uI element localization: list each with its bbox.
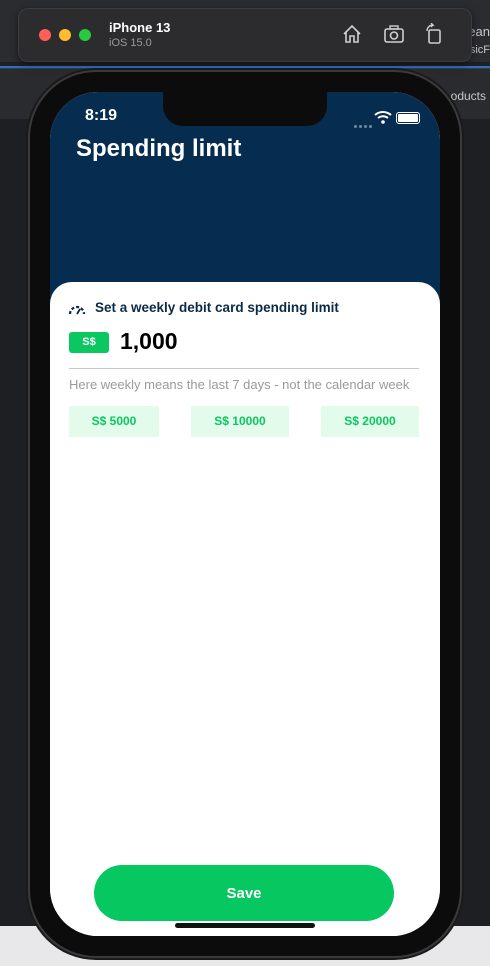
close-window-button[interactable] [39, 29, 51, 41]
cellular-signal-icon [352, 115, 372, 133]
device-name: iPhone 13 [109, 20, 171, 35]
os-version: iOS 15.0 [109, 37, 152, 49]
phone-frame: 8:19 Spending limit Set a weekly debit c… [30, 72, 460, 956]
minimize-window-button[interactable] [59, 29, 71, 41]
currency-badge: S$ [69, 332, 109, 353]
status-time: 8:19 [85, 107, 118, 124]
notch [163, 92, 327, 126]
save-button[interactable]: Save [94, 865, 394, 921]
preset-button-10000[interactable]: S$ 10000 [191, 406, 289, 437]
phone-screen: 8:19 Spending limit Set a weekly debit c… [50, 92, 440, 936]
amount-field[interactable]: S$ 1,000 [69, 328, 419, 369]
spending-limit-sheet: Set a weekly debit card spending limit S… [50, 282, 440, 936]
zoom-window-button[interactable] [79, 29, 91, 41]
simulator-title-bar: iPhone 13 iOS 15.0 [18, 8, 472, 62]
wifi-icon [374, 111, 392, 124]
hint-text: Here weekly means the last 7 days - not … [69, 377, 410, 392]
rotate-icon[interactable] [423, 22, 445, 45]
battery-icon [396, 112, 420, 124]
gauge-icon [68, 305, 86, 315]
screenshot-icon[interactable] [383, 23, 405, 45]
amount-input[interactable]: 1,000 [120, 328, 178, 355]
ide-text-fragment: oducts [450, 89, 486, 103]
ide-text-fragment: sicF [469, 44, 490, 56]
page-title: Spending limit [76, 135, 242, 162]
home-indicator [175, 923, 315, 928]
preset-button-5000[interactable]: S$ 5000 [69, 406, 159, 437]
preset-button-20000[interactable]: S$ 20000 [321, 406, 419, 437]
limit-label: Set a weekly debit card spending limit [95, 300, 339, 315]
home-icon[interactable] [341, 23, 363, 45]
